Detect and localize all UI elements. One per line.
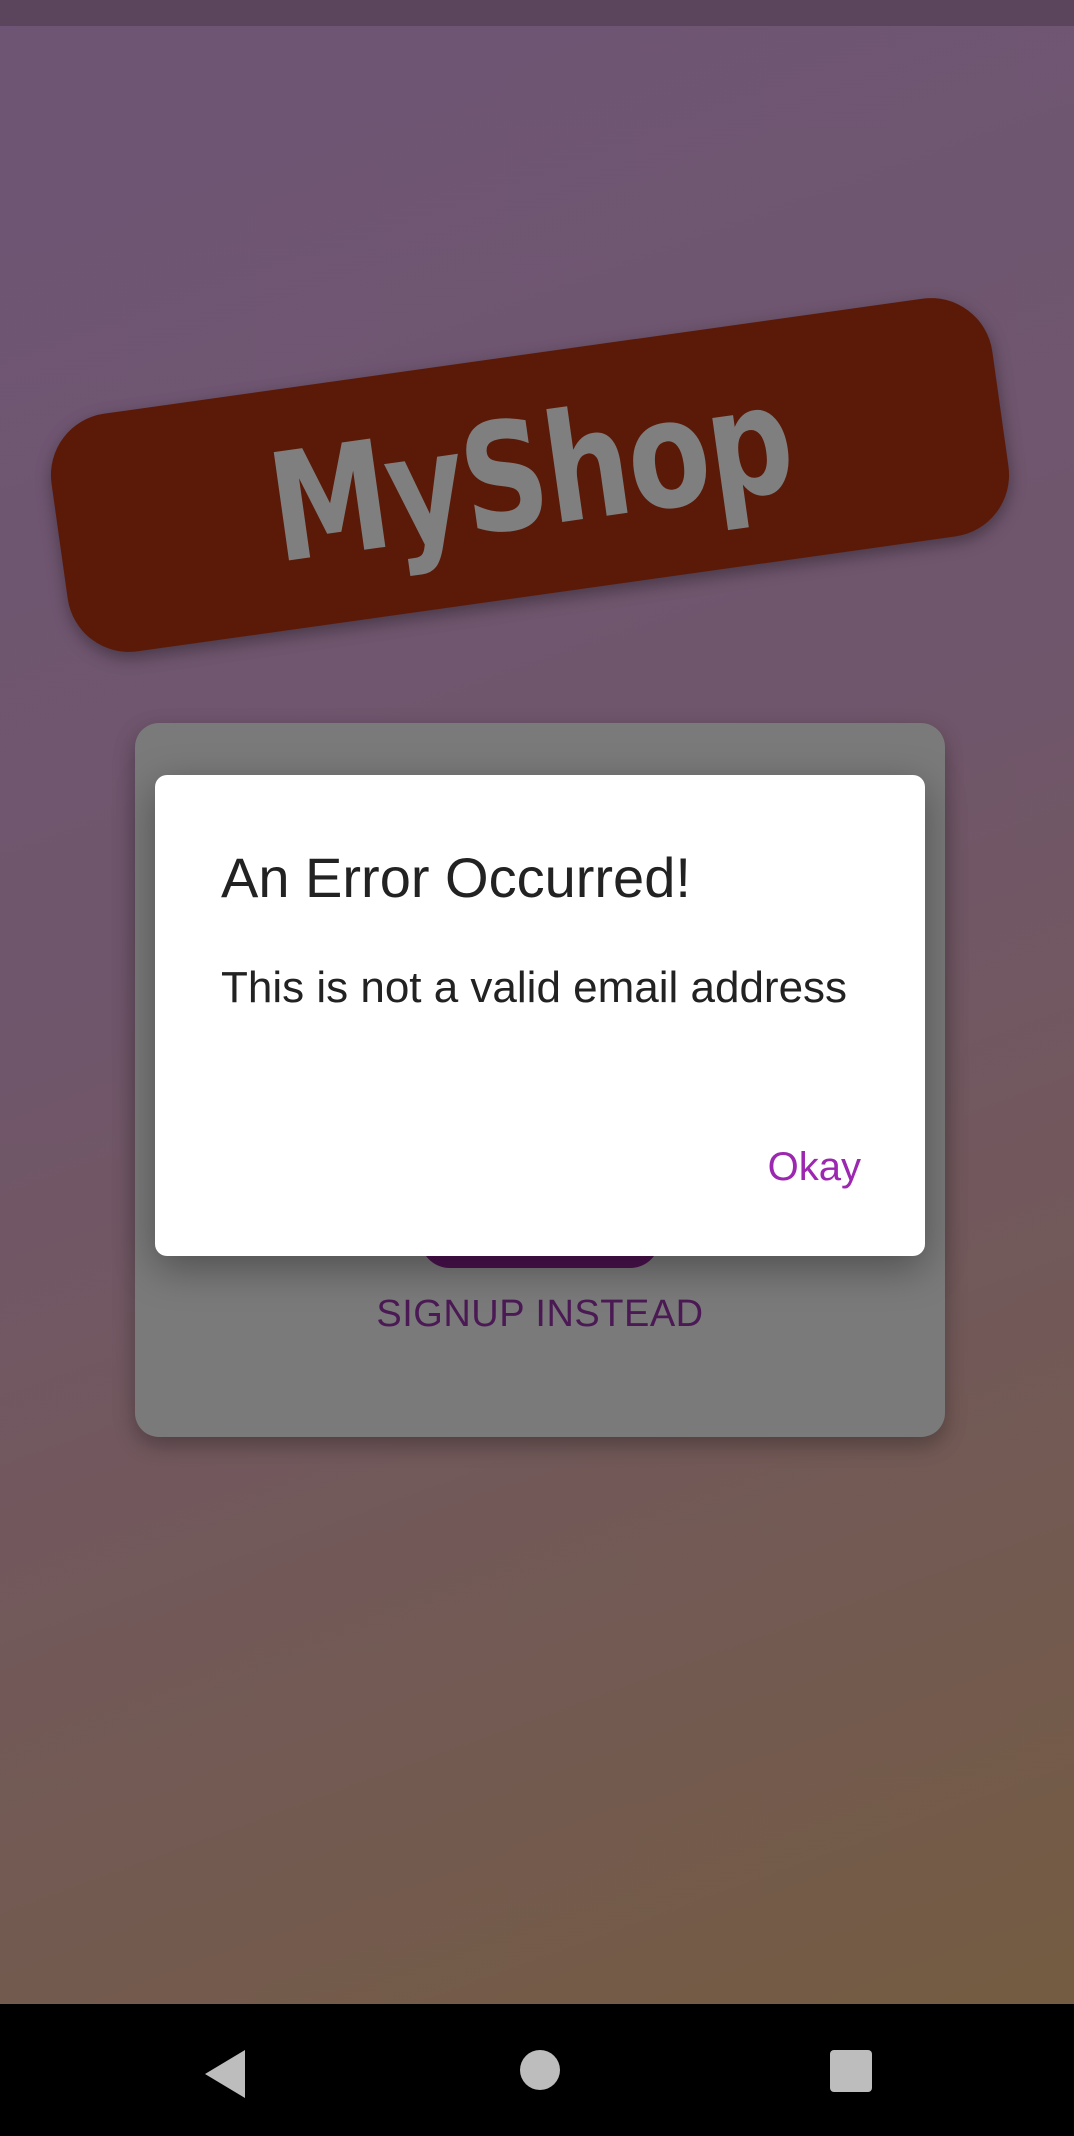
home-icon[interactable] (520, 2050, 560, 2090)
status-bar (0, 0, 1074, 26)
back-icon[interactable] (205, 2050, 245, 2098)
dialog-message: This is not a valid email address (221, 963, 848, 1012)
signup-instead-button[interactable]: SIGNUP INSTEAD (135, 1293, 945, 1336)
recents-icon[interactable] (830, 2050, 872, 2092)
error-dialog: An Error Occurred! This is not a valid e… (155, 775, 925, 1256)
dialog-title: An Error Occurred! (221, 846, 691, 909)
logo-banner: MyShop (42, 290, 1018, 660)
okay-button[interactable]: Okay (768, 1145, 861, 1190)
navigation-bar (0, 2004, 1074, 2136)
logo-title: MyShop (258, 352, 802, 598)
screen: MyShop SIGNUP INSTEAD An Error Occurred!… (0, 0, 1074, 2136)
